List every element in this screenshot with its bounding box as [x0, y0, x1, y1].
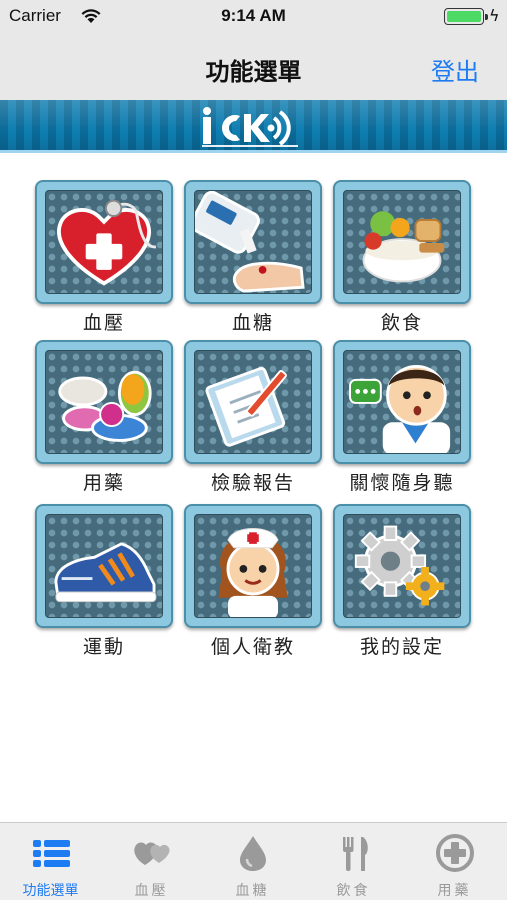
battery-level-fill — [447, 11, 481, 22]
menu-item-exercise[interactable]: 運動 — [35, 504, 173, 664]
tab-label: 飲食 — [336, 883, 371, 899]
list-icon — [33, 840, 70, 867]
tab-diet[interactable]: 飲食 — [303, 823, 404, 900]
menu-item-lab-report[interactable]: 檢驗報告 — [184, 340, 322, 500]
clipboard-report-icon — [205, 366, 287, 447]
menu-item-blood-glucose[interactable]: 血糖 — [184, 180, 322, 340]
brand-banner — [0, 100, 507, 153]
menu-item-label: 關懷隨身聽 — [349, 472, 455, 494]
medical-cross-icon — [436, 834, 474, 872]
tab-blood-glucose[interactable]: 血糖 — [202, 823, 303, 900]
menu-item-health-education[interactable]: 個人衛教 — [184, 504, 322, 664]
gears-icon — [354, 525, 445, 606]
hearts-icon — [134, 842, 170, 865]
doctor-chat-icon — [349, 364, 451, 453]
food-bowl-icon — [362, 211, 445, 283]
status-bar: Carrier 9:14 AM ϟ — [0, 0, 507, 32]
menu-item-label: 血糖 — [231, 312, 274, 334]
tab-function-menu[interactable]: 功能選單 — [0, 823, 101, 900]
tab-medication[interactable]: 用藥 — [404, 823, 505, 900]
charging-bolt-icon: ϟ — [489, 6, 500, 25]
menu-item-my-settings[interactable]: 我的設定 — [333, 504, 471, 664]
battery-icon — [444, 8, 488, 25]
menu-item-medication[interactable]: 用藥 — [35, 340, 173, 500]
menu-item-label: 飲食 — [380, 312, 423, 334]
pills-icon — [58, 370, 152, 442]
sneaker-icon — [54, 542, 157, 603]
menu-item-label: 個人衛教 — [210, 636, 295, 658]
menu-item-label: 用藥 — [82, 472, 125, 494]
glucose-meter-icon — [195, 191, 305, 293]
menu-item-diet[interactable]: 飲食 — [333, 180, 471, 340]
menu-item-care-audio[interactable]: 關懷隨身聽 — [333, 340, 471, 500]
utensils-icon — [343, 837, 368, 871]
tab-blood-pressure[interactable]: 血壓 — [101, 823, 202, 900]
tab-bar: 功能選單 血壓 血糖 飲食 用藥 — [0, 822, 507, 900]
menu-item-label: 我的設定 — [359, 636, 444, 658]
navigation-bar: 功能選單 登出 — [0, 32, 507, 100]
tab-label: 血壓 — [134, 883, 169, 899]
tab-label: 用藥 — [437, 883, 472, 899]
ick-logo — [202, 107, 298, 147]
logout-button[interactable]: 登出 — [431, 52, 479, 87]
nurse-icon — [218, 528, 288, 617]
clock-time: 9:14 AM — [221, 6, 286, 25]
menu-item-label: 檢驗報告 — [210, 472, 295, 494]
heart-stethoscope-icon — [57, 199, 157, 286]
tab-label: 血糖 — [235, 883, 270, 899]
drop-icon — [240, 836, 266, 871]
tab-label: 功能選單 — [22, 883, 79, 899]
menu-item-label: 血壓 — [82, 312, 125, 334]
menu-item-blood-pressure[interactable]: 血壓 — [35, 180, 173, 340]
menu-item-label: 運動 — [82, 636, 125, 658]
